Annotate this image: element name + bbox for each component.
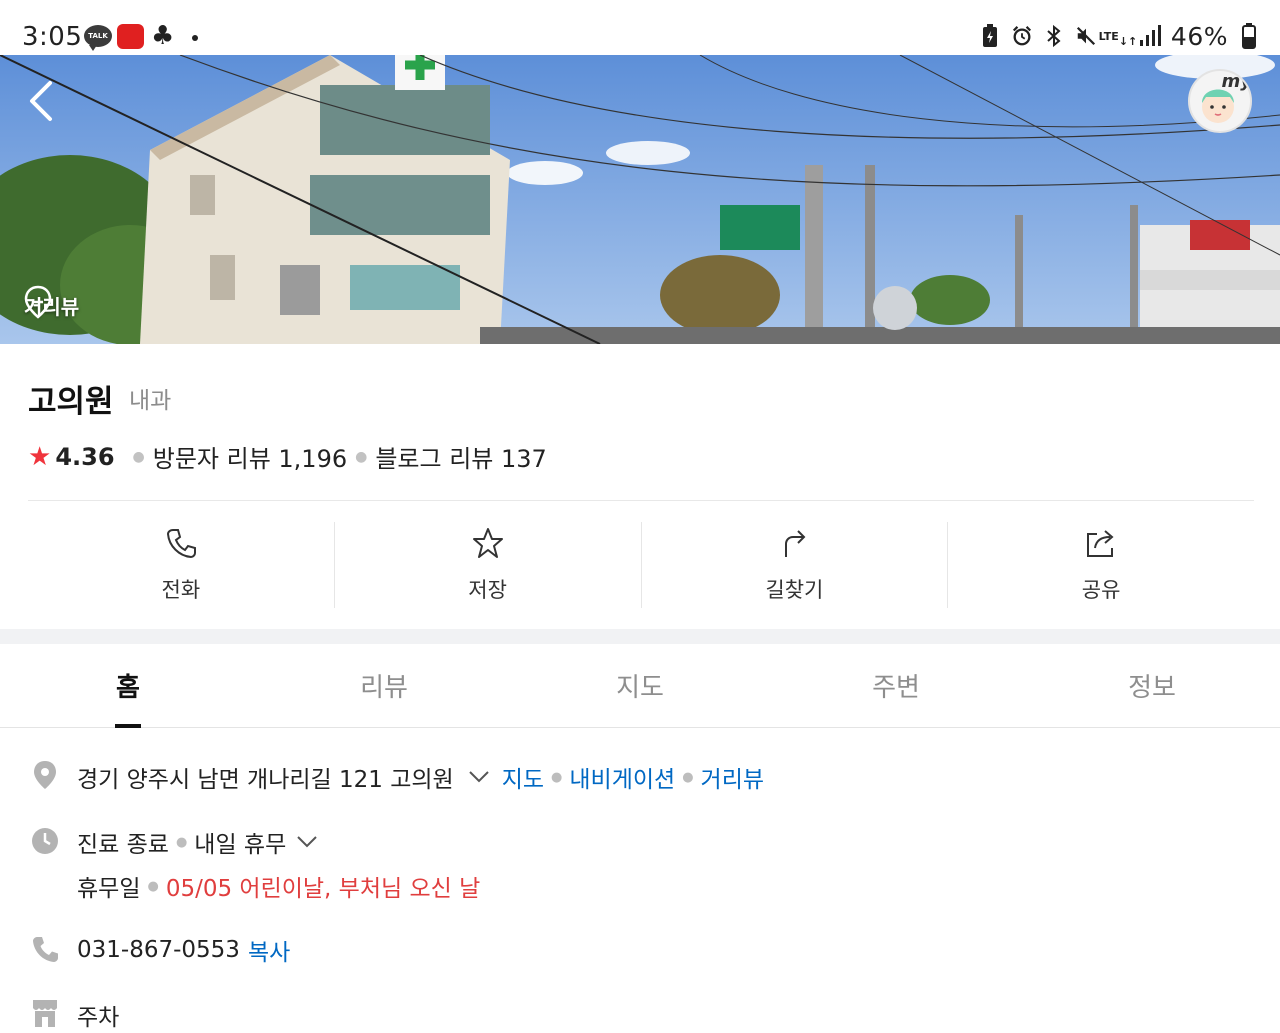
call-button[interactable]: 전화 xyxy=(28,522,335,608)
phone-icon xyxy=(166,529,196,559)
place-category: 내과 xyxy=(129,388,172,414)
address-expand-button[interactable] xyxy=(468,764,490,790)
star-outline-icon xyxy=(472,528,503,558)
address-text: 경기 양주시 남면 개나리길 121 고의원 xyxy=(77,767,454,793)
battery-icon xyxy=(1238,23,1260,49)
clock-icon xyxy=(32,828,58,854)
divider xyxy=(28,500,1254,501)
hours-status: 진료 종료 xyxy=(77,832,169,858)
status-bar: 3:05 TALK ♣ LTE ↓↑ 46% xyxy=(0,0,1280,55)
separator-dot: ● xyxy=(355,448,368,465)
hours-expand-button[interactable] xyxy=(296,829,318,855)
street-scene-illustration xyxy=(0,55,1280,344)
separator-dot: ● xyxy=(175,834,188,850)
tab-home[interactable]: 홈 xyxy=(0,644,256,728)
separator-dot: ● xyxy=(682,769,694,785)
location-pin-icon xyxy=(34,761,56,789)
action-bar: 전화 저장 길찾기 공유 xyxy=(28,522,1254,608)
call-label: 전화 xyxy=(161,578,201,602)
tab-info[interactable]: 정보 xyxy=(1024,644,1280,727)
hours-row[interactable]: 진료 종료 ● 내일 휴무 xyxy=(77,825,330,859)
kakaotalk-notification-icon: TALK xyxy=(84,25,112,51)
parking-store-icon xyxy=(33,1000,57,1027)
save-label: 저장 xyxy=(468,578,507,602)
rating-star-icon: ★ xyxy=(28,441,52,472)
place-name: 고의원 xyxy=(28,384,114,420)
hours-next: 내일 휴무 xyxy=(194,832,287,858)
rating-score: 4.36 xyxy=(55,442,115,471)
holiday-value: 05/05 어린이날, 부처님 오신 날 xyxy=(165,876,481,902)
clover-notification-icon: ♣ xyxy=(151,21,175,51)
alarm-icon xyxy=(1011,24,1033,48)
my-profile-avatar[interactable]: my xyxy=(1188,69,1252,133)
directions-label: 길찾기 xyxy=(765,578,824,602)
chevron-down-icon xyxy=(468,771,489,783)
share-icon xyxy=(1087,530,1114,557)
phone-icon xyxy=(33,937,58,962)
directions-button[interactable]: 길찾기 xyxy=(642,522,949,608)
address-navigation-link[interactable]: 내비게이션 xyxy=(569,760,675,794)
status-indicators: LTE ↓↑ 46% xyxy=(979,20,1260,52)
network-type-label: LTE xyxy=(1098,29,1119,43)
battery-percentage: 46% xyxy=(1170,21,1228,51)
save-button[interactable]: 저장 xyxy=(335,522,642,608)
chevron-down-icon xyxy=(297,836,317,848)
status-time: 3:05 xyxy=(22,22,83,52)
parking-label: 주차 xyxy=(77,1005,120,1031)
location-pin-icon xyxy=(24,285,52,319)
holiday-label: 휴무일 xyxy=(77,876,141,902)
street-view-photo[interactable]: my 거리뷰 xyxy=(0,55,1280,344)
copy-phone-button[interactable]: 복사 xyxy=(248,933,290,967)
blog-reviews-link[interactable]: 블로그 리뷰 137 xyxy=(375,439,546,474)
parking-row: 주차 xyxy=(77,998,119,1032)
phone-row: 031-867-0553 복사 xyxy=(77,933,290,967)
tab-reviews[interactable]: 리뷰 xyxy=(256,644,512,727)
my-label: my xyxy=(1221,71,1252,92)
bluetooth-icon xyxy=(1043,24,1065,48)
back-button[interactable] xyxy=(20,75,64,125)
section-gap xyxy=(0,629,1280,644)
share-button[interactable]: 공유 xyxy=(948,522,1254,608)
tab-bar: 홈 리뷰 지도 주변 정보 xyxy=(0,644,1280,728)
battery-saver-icon xyxy=(979,24,1001,48)
holiday-row: 휴무일 ● 05/05 어린이날, 부처님 오신 날 xyxy=(77,869,480,903)
share-label: 공유 xyxy=(1081,578,1121,602)
streetview-button[interactable]: 거리뷰 xyxy=(24,285,79,325)
address-row: 경기 양주시 남면 개나리길 121 고의원 지도 ● 내비게이션 ● 거리뷰 xyxy=(77,760,764,794)
separator-dot: ● xyxy=(132,448,145,465)
address-map-link[interactable]: 지도 xyxy=(502,760,544,794)
visitor-reviews-link[interactable]: 방문자 리뷰 1,196 xyxy=(153,439,347,474)
signal-icon xyxy=(1139,24,1161,48)
address-streetview-link[interactable]: 거리뷰 xyxy=(701,760,764,794)
tab-map[interactable]: 지도 xyxy=(512,644,768,727)
separator-dot: ● xyxy=(147,878,159,894)
app-notification-icon xyxy=(117,24,144,49)
tab-nearby[interactable]: 주변 xyxy=(768,644,1024,727)
directions-icon xyxy=(785,530,806,557)
rating-row: ★ 4.36 ● 방문자 리뷰 1,196 ● 블로그 리뷰 137 xyxy=(28,439,547,474)
lte-icon: LTE ↓↑ xyxy=(1098,29,1138,48)
more-notifications-dot xyxy=(192,35,198,41)
mute-icon xyxy=(1075,24,1097,48)
phone-number[interactable]: 031-867-0553 xyxy=(77,937,240,963)
chevron-left-icon xyxy=(30,81,52,121)
separator-dot: ● xyxy=(551,769,563,785)
